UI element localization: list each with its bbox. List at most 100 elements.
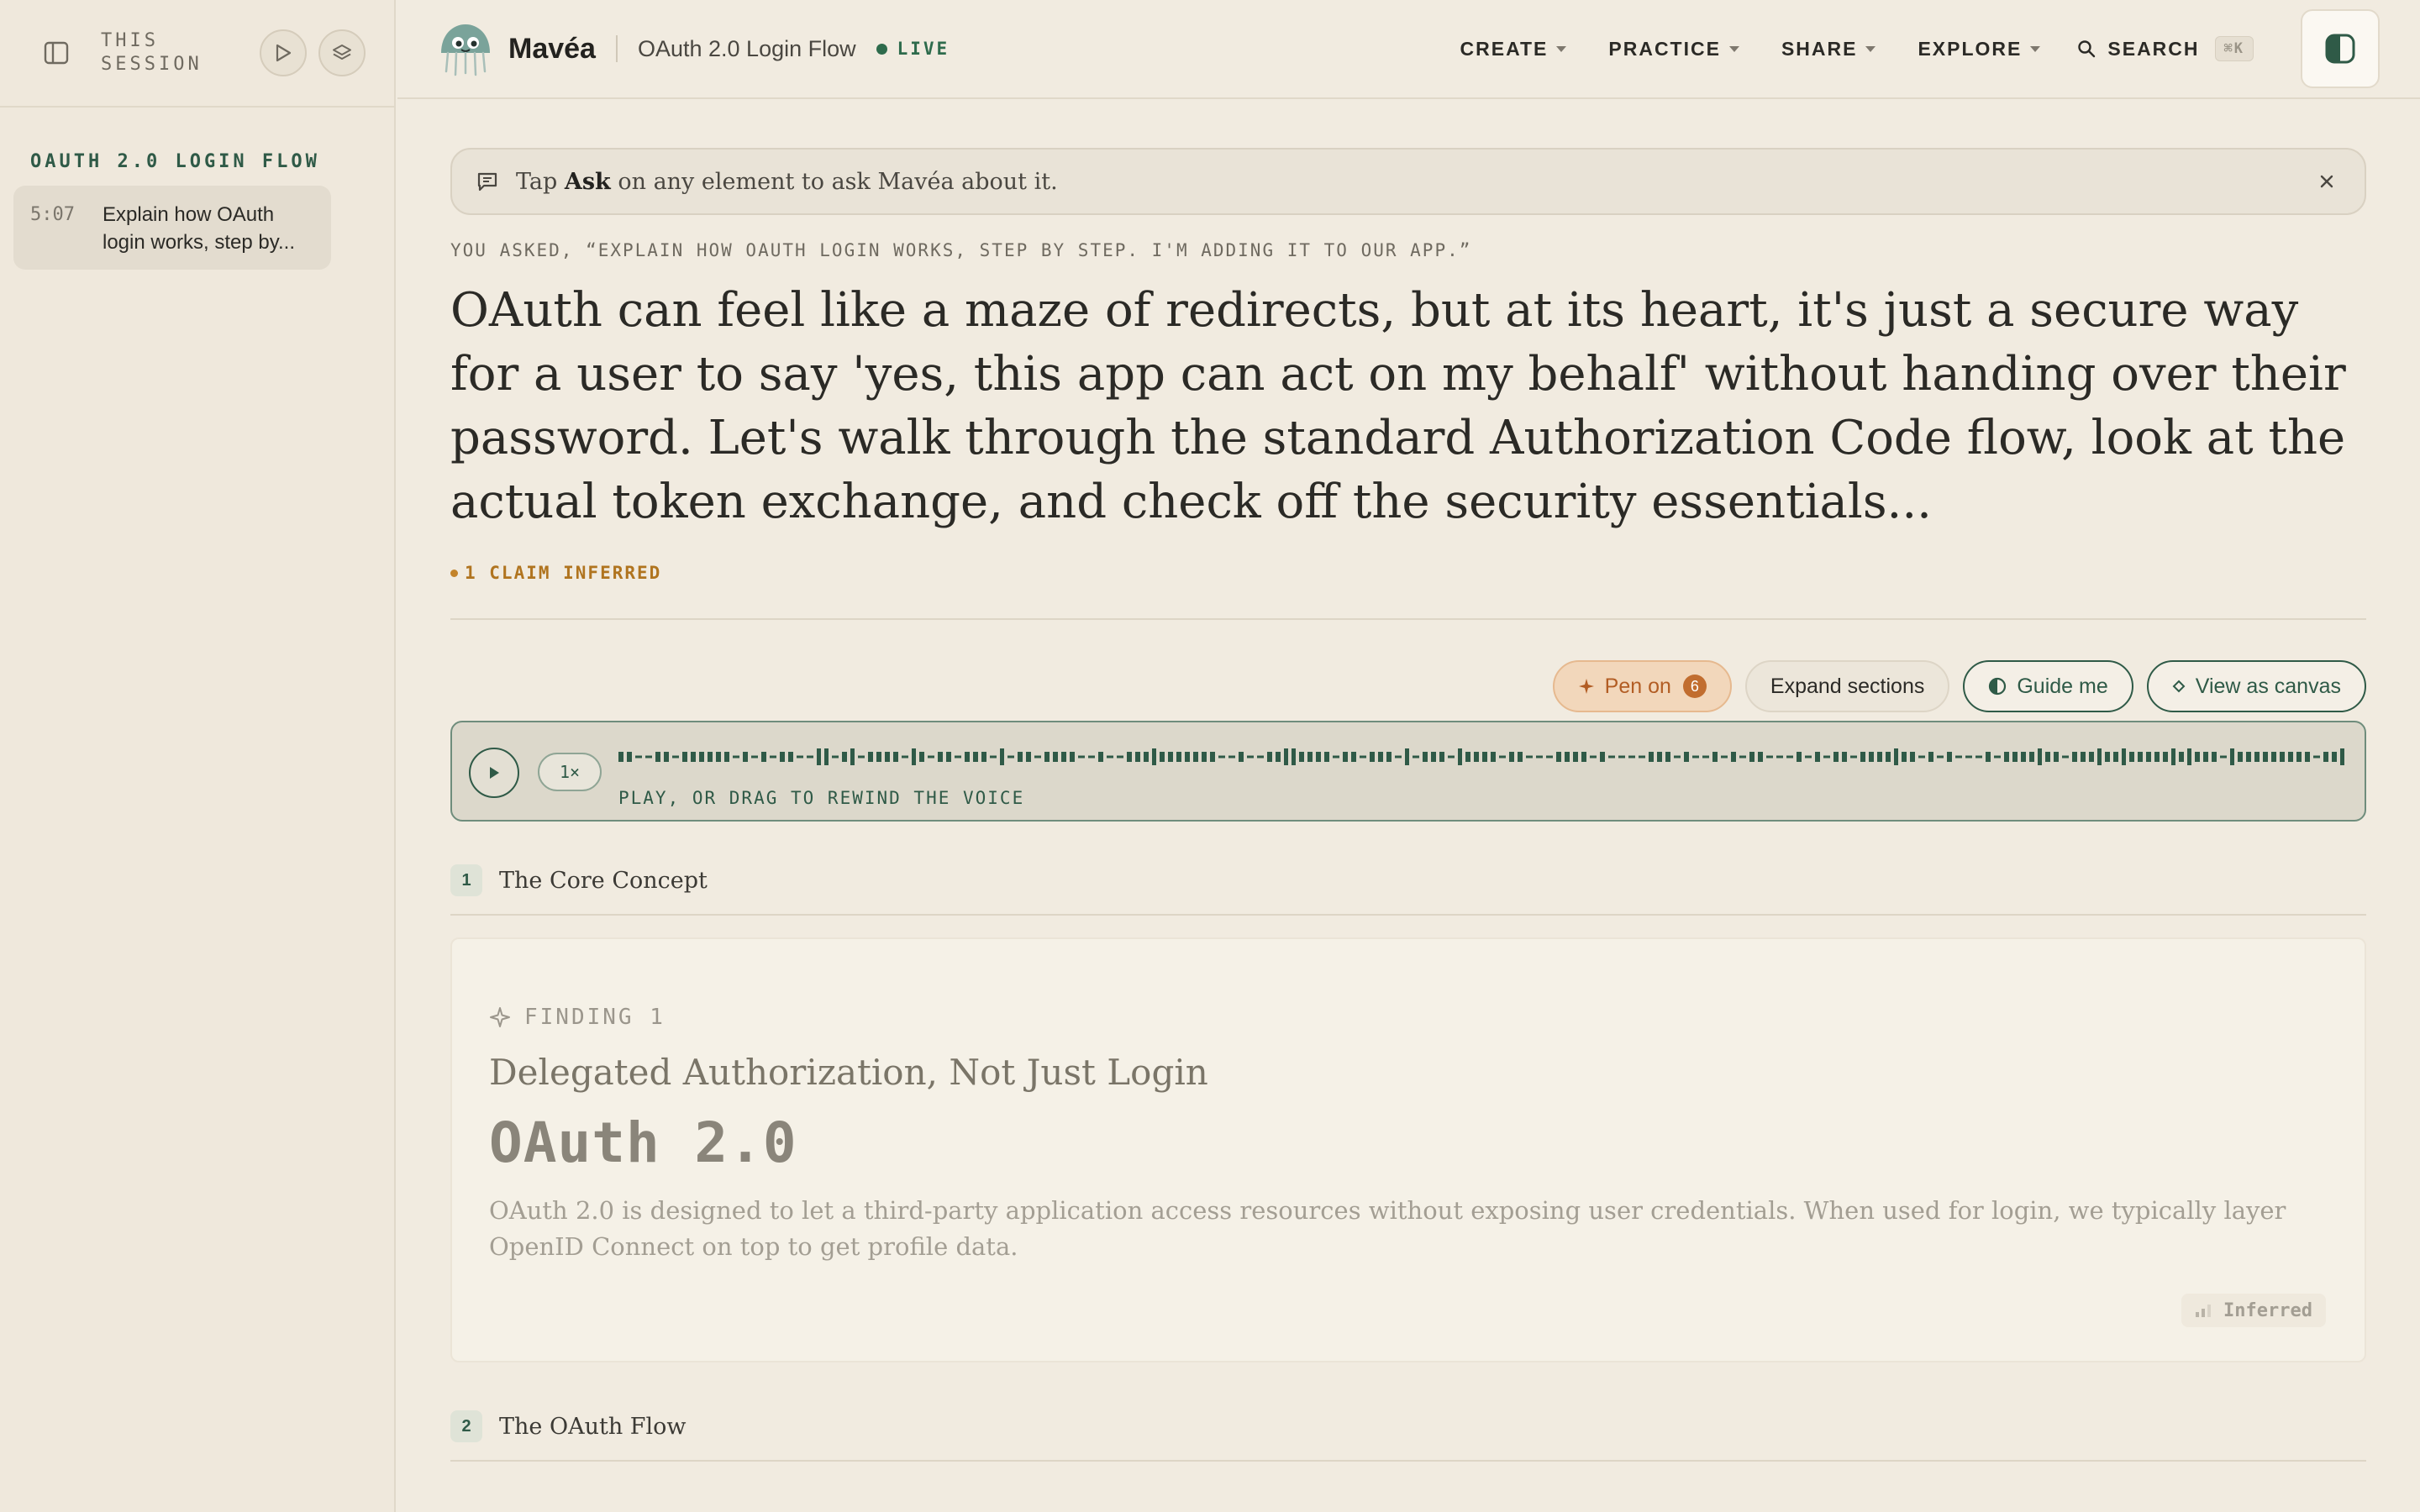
- waveform-bar: [1573, 752, 1578, 762]
- waveform-bar: [1731, 752, 1736, 762]
- waveform-bar: [1712, 752, 1718, 762]
- waveform-bar: [850, 748, 855, 765]
- sidebar-toggle-button[interactable]: [29, 25, 84, 81]
- waveform-bar: [1994, 755, 2001, 759]
- waveform-bar: [1850, 755, 1857, 759]
- waveform-bar: [1034, 755, 1041, 759]
- waveform-bar: [655, 752, 660, 762]
- waveform-bar: [1168, 752, 1173, 762]
- sidebar-header: THIS SESSION: [0, 0, 394, 108]
- divider: [450, 618, 2366, 620]
- session-list-item[interactable]: 5:07 Explain how OAuth login works, step…: [13, 186, 331, 270]
- pen-toggle-button[interactable]: Pen on 6: [1552, 660, 1732, 712]
- banner-close-button[interactable]: [2314, 169, 2339, 194]
- voice-play-button[interactable]: [469, 748, 519, 798]
- live-label: LIVE: [897, 39, 950, 59]
- playback-speed-button[interactable]: 1×: [538, 753, 602, 791]
- waveform-bar: [1536, 755, 1543, 759]
- diamond-icon: [2172, 680, 2186, 693]
- waveform-bar: [691, 752, 696, 762]
- waveform-bar: [1267, 752, 1272, 762]
- waveform-bar: [1965, 755, 1972, 759]
- waveform-bar: [1860, 752, 1865, 762]
- finding-label: FINDING 1: [489, 1005, 666, 1030]
- live-dot-icon: [876, 43, 887, 55]
- view-as-canvas-label: View as canvas: [2195, 674, 2341, 698]
- section-title: The Core Concept: [499, 867, 708, 894]
- waveform-bar: [1833, 752, 1839, 762]
- waveform-bar: [1928, 752, 1933, 762]
- waveform-bar: [1665, 752, 1670, 762]
- waveform-bar: [2054, 752, 2059, 762]
- waveform-bar: [708, 752, 713, 762]
- waveform-bar: [946, 752, 951, 762]
- layers-button[interactable]: [318, 29, 366, 76]
- waveform-bar: [1284, 748, 1288, 765]
- section-header-2[interactable]: 2 The OAuth Flow: [450, 1410, 2366, 1443]
- waveform-bar: [618, 752, 623, 762]
- guide-me-button[interactable]: Guide me: [1963, 660, 2133, 712]
- waveform-bar: [2072, 752, 2077, 762]
- waveform-bar: [1902, 752, 1907, 762]
- waveform-bar: [981, 752, 986, 762]
- brand-name[interactable]: Mavéa: [508, 33, 596, 66]
- nav-explore-label: EXPLORE: [1918, 37, 2023, 60]
- play-session-button[interactable]: [260, 29, 307, 76]
- sidebar: THIS SESSION OAUTH 2.0 LOGIN FLOW 5:07 E…: [0, 0, 396, 1512]
- waveform-bar: [2097, 748, 2102, 765]
- waveform-bar: [1423, 752, 1428, 762]
- waveform-bar: [2187, 748, 2191, 765]
- waveform-bar: [2004, 752, 2009, 762]
- waveform-bar: [893, 752, 898, 762]
- waveform-bar: [2113, 752, 2118, 762]
- jellyfish-logo-icon[interactable]: [434, 18, 497, 80]
- waveform-bar: [1739, 755, 1746, 759]
- waveform-bar: [1526, 755, 1533, 759]
- waveform-bar: [1053, 752, 1058, 762]
- waveform-bar: [1877, 752, 1882, 762]
- waveform-bar: [2238, 752, 2243, 762]
- waveform-bar: [1581, 752, 1586, 762]
- waveform-bar: [2045, 752, 2050, 762]
- nav-practice-label: PRACTICE: [1608, 37, 1721, 60]
- waveform-bar: [1749, 752, 1754, 762]
- waveform-bar: [1439, 752, 1444, 762]
- expand-sections-button[interactable]: Expand sections: [1744, 660, 1950, 712]
- finding-card[interactable]: FINDING 1 Delegated Authorization, Not J…: [450, 937, 2366, 1362]
- nav-share[interactable]: SHARE: [1781, 38, 1876, 60]
- waveform-bar: [1007, 755, 1014, 759]
- waveform-bar: [912, 748, 916, 765]
- banner-text-ask: Ask: [564, 168, 611, 195]
- claim-inferred-indicator[interactable]: 1 CLAIM INFERRED: [450, 563, 2366, 583]
- nav-create[interactable]: CREATE: [1460, 38, 1567, 60]
- answer-intro: OAuth can feel like a maze of redirects,…: [450, 283, 2346, 529]
- waveform-bar: [1185, 752, 1190, 762]
- view-as-canvas-button[interactable]: View as canvas: [2146, 660, 2366, 712]
- nav-explore[interactable]: EXPLORE: [1918, 37, 2041, 60]
- waveform-bar: [1910, 752, 1915, 762]
- voice-waveform-scrubber[interactable]: [618, 748, 2349, 766]
- waveform-bar: [1127, 752, 1132, 762]
- inferred-badge[interactable]: Inferred: [2181, 1294, 2326, 1327]
- finding-label-text: FINDING 1: [524, 1005, 666, 1030]
- waveform-bar: [2212, 752, 2217, 762]
- nav-practice[interactable]: PRACTICE: [1608, 38, 1739, 60]
- main-content: Tap Ask on any element to ask Mavéa abou…: [450, 99, 2366, 1462]
- waveform-bar: [2154, 752, 2160, 762]
- waveform-bar: [1360, 755, 1366, 759]
- waveform-bar: [876, 752, 881, 762]
- live-status: LIVE: [876, 39, 950, 59]
- waveform-bar: [2263, 752, 2268, 762]
- banner-text-pre: Tap: [516, 168, 558, 195]
- waveform-bar: [699, 752, 704, 762]
- banner-text: Tap Ask on any element to ask Mavéa abou…: [516, 169, 1058, 195]
- search-button[interactable]: SEARCH ⌘K: [2077, 36, 2254, 61]
- theme-toggle-button[interactable]: [2301, 9, 2380, 88]
- waveform-bar: [1692, 755, 1699, 759]
- waveform-bar: [1608, 755, 1615, 759]
- section-header-1[interactable]: 1 The Core Concept: [450, 864, 2366, 897]
- pen-label: Pen on: [1604, 674, 1671, 698]
- waveform-bar: [2122, 748, 2126, 765]
- waveform-bar: [2296, 752, 2302, 762]
- waveform-bar: [842, 752, 847, 762]
